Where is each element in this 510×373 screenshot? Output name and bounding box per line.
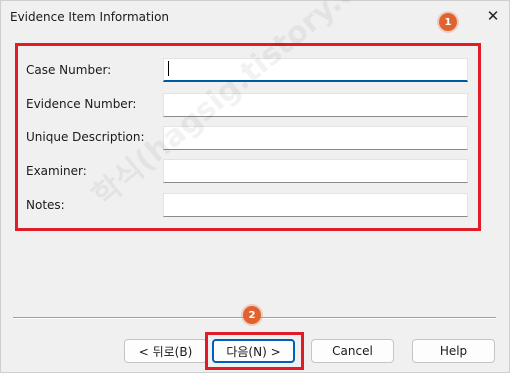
next-button[interactable]: 다음(N) > <box>212 339 295 363</box>
case-number-input[interactable] <box>163 58 468 82</box>
annotation-badge-1: 1 <box>439 13 457 31</box>
evidence-number-label: Evidence Number: <box>26 97 137 111</box>
notes-input[interactable] <box>163 193 468 217</box>
title-bar: Evidence Item Information ✕ <box>1 1 509 33</box>
annotation-badge-2: 2 <box>243 306 261 324</box>
help-button[interactable]: Help <box>412 339 495 363</box>
unique-description-label: Unique Description: <box>26 130 145 144</box>
back-button[interactable]: < 뒤로(B) <box>124 339 207 363</box>
examiner-input[interactable] <box>163 159 468 183</box>
text-caret <box>168 61 169 76</box>
evidence-item-dialog: Evidence Item Information ✕ 1 Case Numbe… <box>0 0 510 373</box>
cancel-button[interactable]: Cancel <box>311 339 394 363</box>
close-icon: ✕ <box>486 7 500 25</box>
close-button[interactable]: ✕ <box>479 3 507 29</box>
case-number-label: Case Number: <box>26 63 112 77</box>
notes-label: Notes: <box>26 198 65 212</box>
window-title: Evidence Item Information <box>10 10 170 24</box>
unique-description-input[interactable] <box>163 126 468 150</box>
examiner-label: Examiner: <box>26 164 87 178</box>
evidence-number-input[interactable] <box>163 93 468 117</box>
